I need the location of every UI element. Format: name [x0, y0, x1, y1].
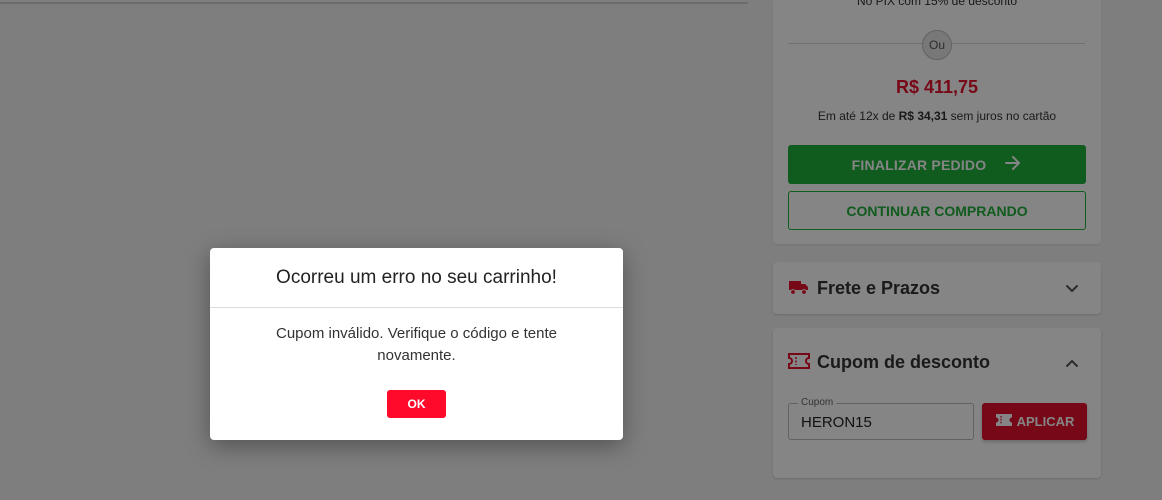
ok-button[interactable]: OK	[387, 390, 446, 418]
dialog-title: Ocorreu um erro no seu carrinho!	[276, 267, 557, 288]
dialog-message: Cupom inválido. Verifique o código e ten…	[275, 325, 557, 364]
dialog-divider	[210, 307, 623, 308]
error-dialog: Ocorreu um erro no seu carrinho! Cupom i…	[210, 248, 623, 440]
cart-page: No PIX com 15% de desconto Ou R$ 411,75 …	[0, 0, 1162, 500]
